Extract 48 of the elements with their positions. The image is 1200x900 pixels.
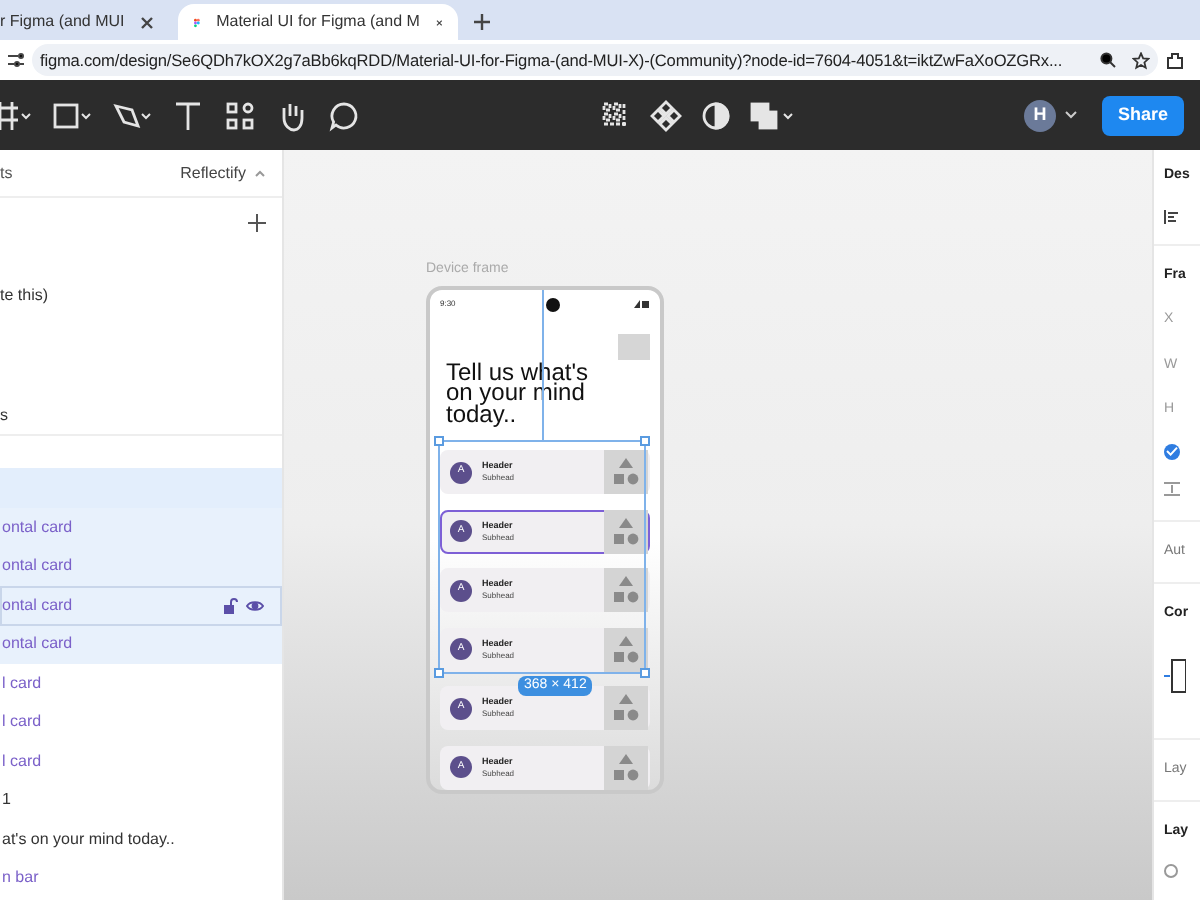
resources-icon[interactable] xyxy=(224,99,256,131)
panel-title: ts xyxy=(0,161,13,185)
image-placeholder-icon xyxy=(604,450,648,494)
layer-row[interactable]: ontal card xyxy=(0,625,282,664)
user-avatar[interactable]: H xyxy=(1023,99,1056,131)
check-icon xyxy=(1166,446,1178,456)
page-item[interactable]: te this) xyxy=(0,284,266,308)
eye-icon[interactable] xyxy=(246,599,264,612)
close-icon[interactable] xyxy=(435,15,443,29)
add-icon[interactable] xyxy=(248,214,266,232)
image-placeholder xyxy=(618,333,650,359)
lock-icon[interactable] xyxy=(224,597,238,614)
site-settings-icon[interactable] xyxy=(8,52,24,68)
blend-icon[interactable] xyxy=(1164,863,1178,877)
figma-logo-icon xyxy=(194,13,201,31)
boolean-icon[interactable] xyxy=(750,99,798,131)
page-item[interactable]: s xyxy=(0,404,266,428)
align-icon[interactable] xyxy=(1164,209,1178,223)
resize-icon[interactable] xyxy=(1164,481,1180,495)
layer-row[interactable]: ontal card xyxy=(0,508,282,547)
signal-battery-icon xyxy=(633,300,650,308)
share-button[interactable]: Share xyxy=(1101,95,1184,135)
star-icon[interactable] xyxy=(1132,51,1150,69)
component-icon[interactable] xyxy=(650,99,682,131)
clip-checkbox[interactable] xyxy=(1164,443,1180,459)
image-placeholder-icon xyxy=(604,686,648,730)
image-placeholder-icon xyxy=(604,627,648,671)
new-tab-icon[interactable] xyxy=(474,14,491,30)
text-tool-icon[interactable] xyxy=(172,99,204,131)
extensions-icon[interactable] xyxy=(1166,51,1184,69)
close-icon[interactable] xyxy=(140,15,155,29)
layer-row[interactable]: ontal card xyxy=(0,586,282,625)
caret-icon[interactable] xyxy=(254,169,266,177)
chevron-down-icon[interactable] xyxy=(1063,110,1078,120)
team-name: Reflectify xyxy=(180,161,246,185)
grid-icon[interactable] xyxy=(600,99,632,131)
layer-row[interactable]: ontal card xyxy=(0,547,282,586)
rectangle-tool-icon[interactable] xyxy=(52,99,92,131)
browser-tab[interactable]: Material UI for Figma (and M xyxy=(178,4,459,40)
zoom-icon[interactable] xyxy=(1100,52,1116,68)
pen-tool-icon[interactable] xyxy=(112,99,152,131)
frame-tool-icon[interactable] xyxy=(0,99,32,131)
image-placeholder-icon xyxy=(604,509,648,553)
comment-tool-icon[interactable] xyxy=(328,99,360,131)
image-placeholder-icon xyxy=(604,568,648,612)
address-bar[interactable]: figma.com/design/Se6QDh7kOX2g7aBb6kqRDD/Material-UI-for-Figma-(and-MUI-X)-(Community)?node-id=7604-4051&t=iktZwFaXoOZGRx... xyxy=(32,44,1158,76)
constraints-icon[interactable] xyxy=(1164,657,1186,693)
contrast-icon[interactable] xyxy=(700,99,732,131)
